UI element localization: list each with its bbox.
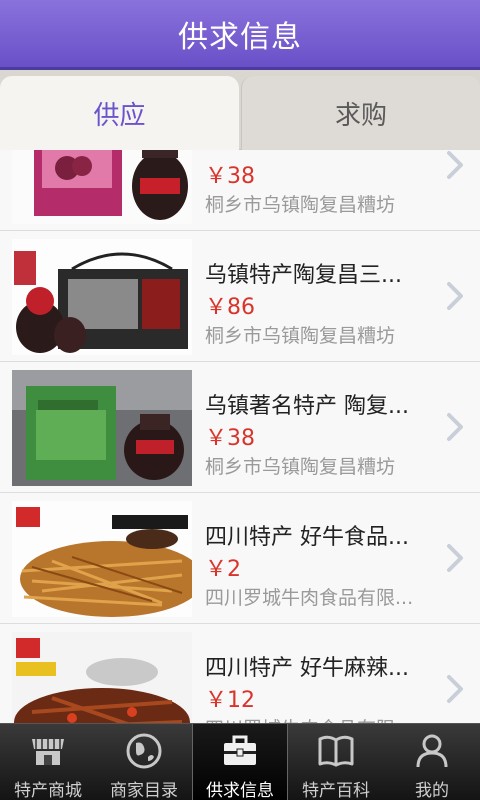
supply-list[interactable]: ￥38 桐乡市乌镇陶复昌糟坊 乌镇特产陶复昌三... ￥86 桐乡市乌镇陶复昌糟… — [0, 150, 480, 723]
product-image — [12, 150, 192, 224]
briefcase-icon — [218, 730, 262, 772]
chevron-right-icon — [447, 544, 463, 572]
product-image — [12, 501, 192, 617]
company-name: 四川罗城牛肉食品有限... — [205, 714, 435, 723]
user-icon — [410, 730, 454, 772]
product-image — [12, 370, 192, 486]
nav-label: 特产百科 — [302, 781, 370, 800]
nav-label: 供求信息 — [206, 781, 274, 800]
product-price: ￥38 — [205, 164, 255, 189]
list-item[interactable]: 四川特产 好牛食品... ￥2 四川罗城牛肉食品有限... — [0, 493, 480, 624]
product-price: ￥38 — [205, 426, 255, 451]
product-image — [12, 239, 192, 355]
list-item[interactable]: 乌镇著名特产 陶复... ￥38 桐乡市乌镇陶复昌糟坊 — [0, 362, 480, 493]
nav-specialty-encyclopedia[interactable]: 特产百科 — [288, 724, 384, 800]
nav-mine[interactable]: 我的 — [384, 724, 480, 800]
company-name: 桐乡市乌镇陶复昌糟坊 — [205, 194, 396, 216]
product-price: ￥86 — [205, 295, 255, 320]
product-price: ￥12 — [205, 688, 255, 713]
storefront-icon — [26, 730, 70, 772]
company-name: 桐乡市乌镇陶复昌糟坊 — [205, 456, 396, 478]
chevron-right-icon — [447, 151, 463, 179]
title-bar: 供求信息 — [0, 0, 480, 70]
nav-label: 特产商城 — [14, 781, 82, 800]
product-image — [12, 632, 192, 723]
company-name: 四川罗城牛肉食品有限... — [205, 587, 414, 609]
book-icon — [314, 730, 358, 772]
nav-merchant-directory[interactable]: 商家目录 — [96, 724, 192, 800]
nav-label: 我的 — [415, 781, 449, 800]
product-price: ￥2 — [205, 557, 241, 582]
product-name: 乌镇特产陶复昌三... — [205, 263, 402, 288]
chevron-right-icon — [447, 282, 463, 310]
list-item[interactable]: 乌镇特产陶复昌三... ￥86 桐乡市乌镇陶复昌糟坊 — [0, 231, 480, 362]
chevron-right-icon — [447, 675, 463, 703]
product-name: 四川特产 好牛食品... — [205, 525, 409, 550]
page-title: 供求信息 — [178, 19, 302, 55]
bottom-nav: 特产商城 商家目录 供求信息 特产百科 我的 — [0, 723, 480, 800]
tab-demand[interactable]: 求购 — [241, 76, 480, 150]
nav-label: 商家目录 — [110, 781, 178, 800]
chevron-right-icon — [447, 413, 463, 441]
nav-supply-demand[interactable]: 供求信息 — [192, 724, 288, 800]
tab-supply[interactable]: 供应 — [0, 76, 239, 150]
list-item[interactable]: 四川特产 好牛麻辣... ￥12 四川罗城牛肉食品有限... — [0, 624, 480, 723]
tab-bar: 供应 求购 — [0, 70, 480, 150]
globe-icon — [122, 730, 166, 772]
company-name: 桐乡市乌镇陶复昌糟坊 — [205, 325, 396, 347]
product-name: 乌镇著名特产 陶复... — [205, 394, 409, 419]
product-name: 四川特产 好牛麻辣... — [205, 656, 409, 681]
list-item[interactable]: ￥38 桐乡市乌镇陶复昌糟坊 — [0, 150, 480, 231]
nav-specialty-mall[interactable]: 特产商城 — [0, 724, 96, 800]
